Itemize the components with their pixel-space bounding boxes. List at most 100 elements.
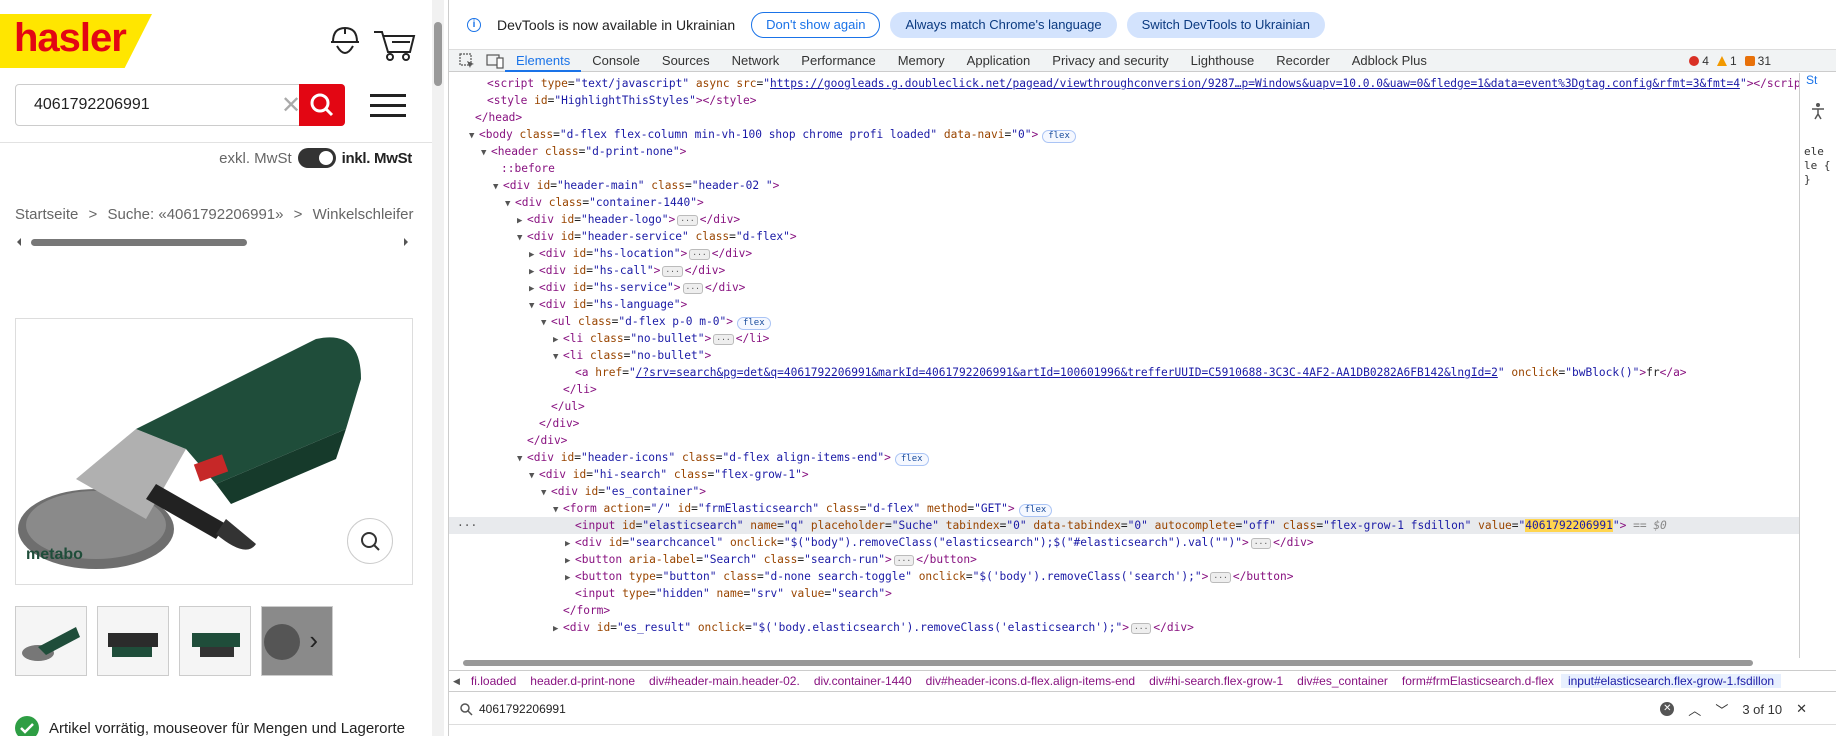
flex-badge[interactable]: flex bbox=[1018, 504, 1053, 517]
dom-line[interactable]: ▶ <div id="searchcancel" onclick="$("body… bbox=[449, 534, 1799, 551]
dom-crumb[interactable]: fi.loaded bbox=[464, 674, 523, 688]
switch-to-ukrainian-button[interactable]: Switch DevTools to Ukrainian bbox=[1126, 11, 1325, 38]
breadcrumb-search[interactable]: Suche: «4061792206991» bbox=[107, 206, 283, 223]
issues-counter[interactable]: 31 bbox=[1744, 54, 1771, 68]
dom-line[interactable]: </li> bbox=[449, 381, 1799, 398]
dom-line-selected[interactable]: ··· <input id="elasticsearch" name="q" pl… bbox=[449, 517, 1799, 534]
dom-line[interactable]: ▼ <div class="container-1440"> bbox=[449, 194, 1799, 211]
dom-line[interactable]: ▼ <div id="es_container"> bbox=[449, 483, 1799, 500]
stock-status[interactable]: Artikel vorrätig, mouseover für Mengen u… bbox=[15, 716, 405, 736]
dom-line[interactable]: ▼ <header class="d-print-none"> bbox=[449, 143, 1799, 160]
dom-line[interactable]: ▼ <div id="hs-language"> bbox=[449, 296, 1799, 313]
scroll-left-icon[interactable] bbox=[15, 236, 23, 248]
product-thumbnail-4[interactable]: › bbox=[261, 606, 333, 676]
dom-line[interactable]: <style id="HighlightThisStyles"></style> bbox=[449, 92, 1799, 109]
flex-badge[interactable]: flex bbox=[736, 317, 771, 330]
dom-line[interactable]: ▶ <div id="hs-call"> ··· </div> bbox=[449, 262, 1799, 279]
dom-crumb-selected[interactable]: input#elasticsearch.flex-grow-1.fsdillon bbox=[1560, 674, 1782, 688]
accessibility-icon[interactable] bbox=[1808, 101, 1828, 121]
dom-crumb[interactable]: div#header-main.header-02. bbox=[642, 674, 807, 688]
dom-line[interactable]: <a href="/?srv=search&pg=det&q=406179220… bbox=[449, 364, 1799, 381]
tab-elements[interactable]: Elements bbox=[505, 50, 582, 72]
tab-adblock-plus[interactable]: Adblock Plus bbox=[1341, 50, 1438, 72]
page-scroll-thumb[interactable] bbox=[434, 22, 442, 86]
dom-line[interactable]: </form> bbox=[449, 602, 1799, 619]
tab-privacy-security[interactable]: Privacy and security bbox=[1041, 50, 1179, 72]
inspect-element-icon[interactable] bbox=[457, 51, 477, 71]
tab-recorder[interactable]: Recorder bbox=[1265, 50, 1340, 72]
tab-network[interactable]: Network bbox=[721, 50, 791, 72]
product-thumbnail-3[interactable] bbox=[179, 606, 251, 676]
device-toolbar-icon[interactable] bbox=[485, 51, 505, 71]
dom-line[interactable]: ▼ <li class="no-bullet"> bbox=[449, 347, 1799, 364]
tab-lighthouse[interactable]: Lighthouse bbox=[1180, 50, 1266, 72]
dont-show-again-button[interactable]: Don't show again bbox=[751, 11, 881, 38]
tab-memory[interactable]: Memory bbox=[887, 50, 956, 72]
dom-tree[interactable]: <script type="text/javascript" async src… bbox=[449, 73, 1799, 658]
search-input[interactable] bbox=[34, 93, 264, 117]
dom-line[interactable]: ▶ <button aria-label="Search" class="sear… bbox=[449, 551, 1799, 568]
dom-line[interactable]: ▼ <div id="hi-search" class="flex-grow-1"… bbox=[449, 466, 1799, 483]
hasler-logo[interactable]: hasler bbox=[0, 14, 152, 68]
dom-line[interactable]: <script type="text/javascript" async src… bbox=[449, 75, 1799, 92]
dom-line[interactable]: ▶ <button type="button" class="d-none sea… bbox=[449, 568, 1799, 585]
dom-line[interactable]: </div> bbox=[449, 415, 1799, 432]
dom-crumb[interactable]: div#hi-search.flex-grow-1 bbox=[1142, 674, 1290, 688]
dom-line[interactable]: </div> bbox=[449, 432, 1799, 449]
vat-toggle-switch[interactable] bbox=[297, 148, 336, 168]
dom-crumb[interactable]: form#frmElasticsearch.d-flex bbox=[1395, 674, 1561, 688]
dom-line[interactable]: ▼ <ul class="d-flex p-0 m-0"> flex bbox=[449, 313, 1799, 330]
tab-performance[interactable]: Performance bbox=[790, 50, 886, 72]
breadcrumb-scrollbar[interactable] bbox=[15, 236, 410, 248]
product-thumbnail-1[interactable] bbox=[15, 606, 87, 676]
thumbnail-next-icon[interactable]: › bbox=[309, 625, 318, 656]
dom-line[interactable]: ▼ <body class="d-flex flex-column min-vh-… bbox=[449, 126, 1799, 143]
dom-line[interactable]: ▼ <form action="/" id="frmElasticsearch" … bbox=[449, 500, 1799, 517]
dom-line[interactable]: ▼ <div id="header-icons" class="d-flex al… bbox=[449, 449, 1799, 466]
dom-line[interactable]: ▼ <div id="header-main" class="header-02 … bbox=[449, 177, 1799, 194]
breadcrumb-scroll-thumb[interactable] bbox=[31, 239, 247, 246]
find-input[interactable] bbox=[479, 698, 1529, 719]
scroll-right-icon[interactable] bbox=[402, 236, 410, 248]
dom-line[interactable]: ▼ <div id="header-service" class="d-flex"… bbox=[449, 228, 1799, 245]
tab-console[interactable]: Console bbox=[581, 50, 651, 72]
dom-line[interactable]: <input type="hidden" name="srv" value="s… bbox=[449, 585, 1799, 602]
flex-badge[interactable]: flex bbox=[1042, 130, 1076, 143]
dom-line[interactable]: ▶ <div id="header-logo"> ··· </div> bbox=[449, 211, 1799, 228]
error-counter[interactable]: 4 bbox=[1689, 54, 1709, 68]
dom-crumb[interactable]: div#header-icons.d-flex.align-items-end bbox=[919, 674, 1142, 688]
close-find-icon[interactable]: ✕ bbox=[1796, 701, 1807, 717]
crumb-scroll-left-icon[interactable]: ◀ bbox=[449, 676, 464, 687]
find-previous-icon[interactable]: ︿ bbox=[1688, 700, 1701, 719]
account-helmet-icon[interactable] bbox=[325, 20, 365, 64]
styles-tab[interactable]: St bbox=[1800, 73, 1836, 91]
dom-crumb[interactable]: div#es_container bbox=[1290, 674, 1395, 688]
horizontal-scroll-thumb[interactable] bbox=[463, 660, 1753, 666]
dom-crumb[interactable]: header.d-print-none bbox=[523, 674, 642, 688]
page-scrollbar[interactable] bbox=[432, 0, 444, 736]
dom-line[interactable]: ▶ <div id="es_result" onclick="$('body.el… bbox=[449, 619, 1799, 636]
dom-line[interactable]: </head> bbox=[449, 109, 1799, 126]
dom-line[interactable]: ▶ <div id="hs-location"> ··· </div> bbox=[449, 245, 1799, 262]
search-button[interactable] bbox=[299, 84, 345, 126]
find-next-icon[interactable]: ﹀ bbox=[1715, 700, 1728, 719]
cart-wheelbarrow-icon[interactable] bbox=[372, 20, 416, 64]
dom-line[interactable]: </ul> bbox=[449, 398, 1799, 415]
dom-line[interactable]: ::before bbox=[449, 160, 1799, 177]
tab-sources[interactable]: Sources bbox=[651, 50, 721, 72]
product-thumbnail-2[interactable] bbox=[97, 606, 169, 676]
warning-counter[interactable]: 1 bbox=[1716, 54, 1737, 68]
zoom-button[interactable] bbox=[347, 518, 393, 564]
issue-counters[interactable]: 4 1 31 bbox=[1689, 50, 1771, 72]
dom-line[interactable]: ▶ <li class="no-bullet"> ··· </li> bbox=[449, 330, 1799, 347]
flex-badge[interactable]: flex bbox=[894, 453, 929, 466]
clear-find-icon[interactable]: ✕ bbox=[1660, 702, 1675, 716]
match-chrome-language-button[interactable]: Always match Chrome's language bbox=[890, 11, 1117, 38]
dom-crumb[interactable]: div.container-1440 bbox=[807, 674, 919, 688]
dom-line[interactable]: ▶ <div id="hs-service"> ··· </div> bbox=[449, 279, 1799, 296]
dom-tree-horizontal-scrollbar[interactable] bbox=[463, 658, 1793, 668]
tab-application[interactable]: Application bbox=[956, 50, 1042, 72]
breadcrumb-home[interactable]: Startseite bbox=[15, 206, 78, 223]
menu-hamburger-icon[interactable] bbox=[370, 94, 406, 118]
search-box[interactable]: ✕ bbox=[15, 84, 345, 126]
